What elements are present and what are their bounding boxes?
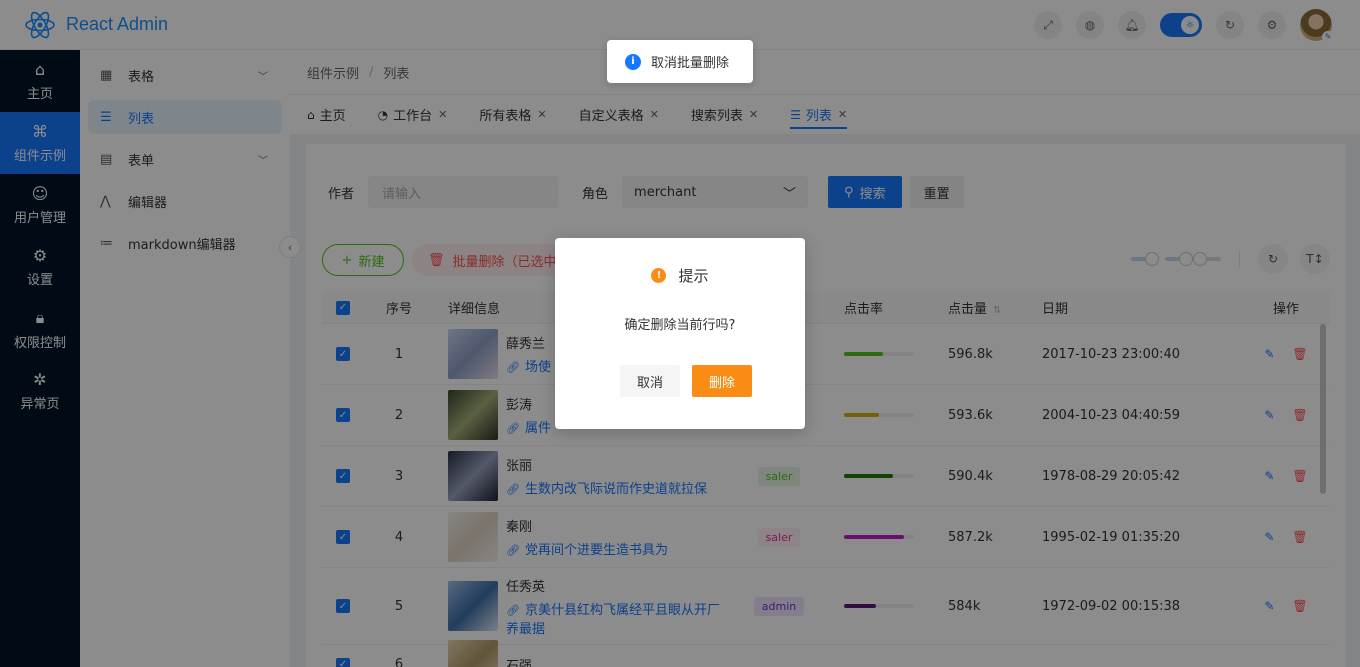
delete-button[interactable]: 删除	[692, 365, 752, 397]
info-toast: i 取消批量删除	[607, 40, 753, 83]
cancel-button[interactable]: 取消	[620, 365, 680, 397]
warning-icon: !	[651, 268, 667, 283]
confirm-dialog: ! 提示 确定删除当前行吗? 取消 删除	[555, 238, 805, 429]
dialog-title: ! 提示	[555, 265, 805, 286]
dialog-message: 确定删除当前行吗?	[624, 318, 736, 333]
info-icon: i	[625, 53, 641, 70]
